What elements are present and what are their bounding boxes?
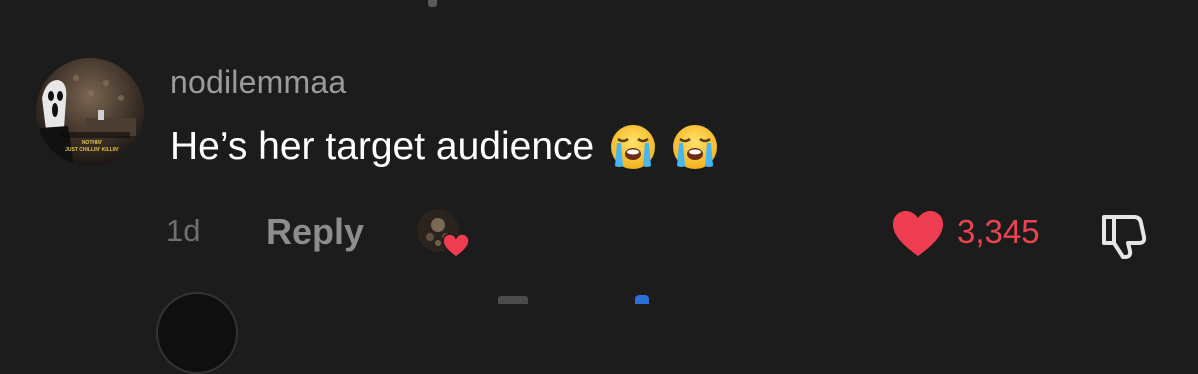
comment-username[interactable]: nodilemmaa [170,64,346,101]
previous-comment-fragment [428,0,437,7]
avatar-caption-text: JUST CHILLIN' KILLIN' [65,147,119,153]
next-comment-avatar [156,292,238,374]
avatar-caption-text: NOTHIN' [82,140,102,146]
next-comment-fragment [635,295,649,304]
reply-button[interactable]: Reply [266,211,364,253]
creator-liked-heart-icon [442,233,470,258]
comment-emojis [608,122,720,172]
comment-body: He’s her target audience [170,122,720,172]
loudly-crying-face-emoji [673,125,718,169]
comment-text: He’s her target audience [170,125,595,168]
creator-liked-badge [416,209,472,261]
thumbs-down-icon[interactable] [1098,209,1154,259]
next-comment-fragment [498,296,528,304]
like-count: 3,345 [957,213,1040,250]
comment-actions-row: 1d Reply 3,345 [0,205,1198,261]
loudly-crying-face-emoji [611,125,656,169]
avatar-image: NOTHIN' JUST CHILLIN' KILLIN' [36,58,144,166]
comment-timestamp: 1d [166,213,201,248]
heart-icon[interactable] [890,209,946,259]
avatar[interactable]: NOTHIN' JUST CHILLIN' KILLIN' [36,58,144,166]
